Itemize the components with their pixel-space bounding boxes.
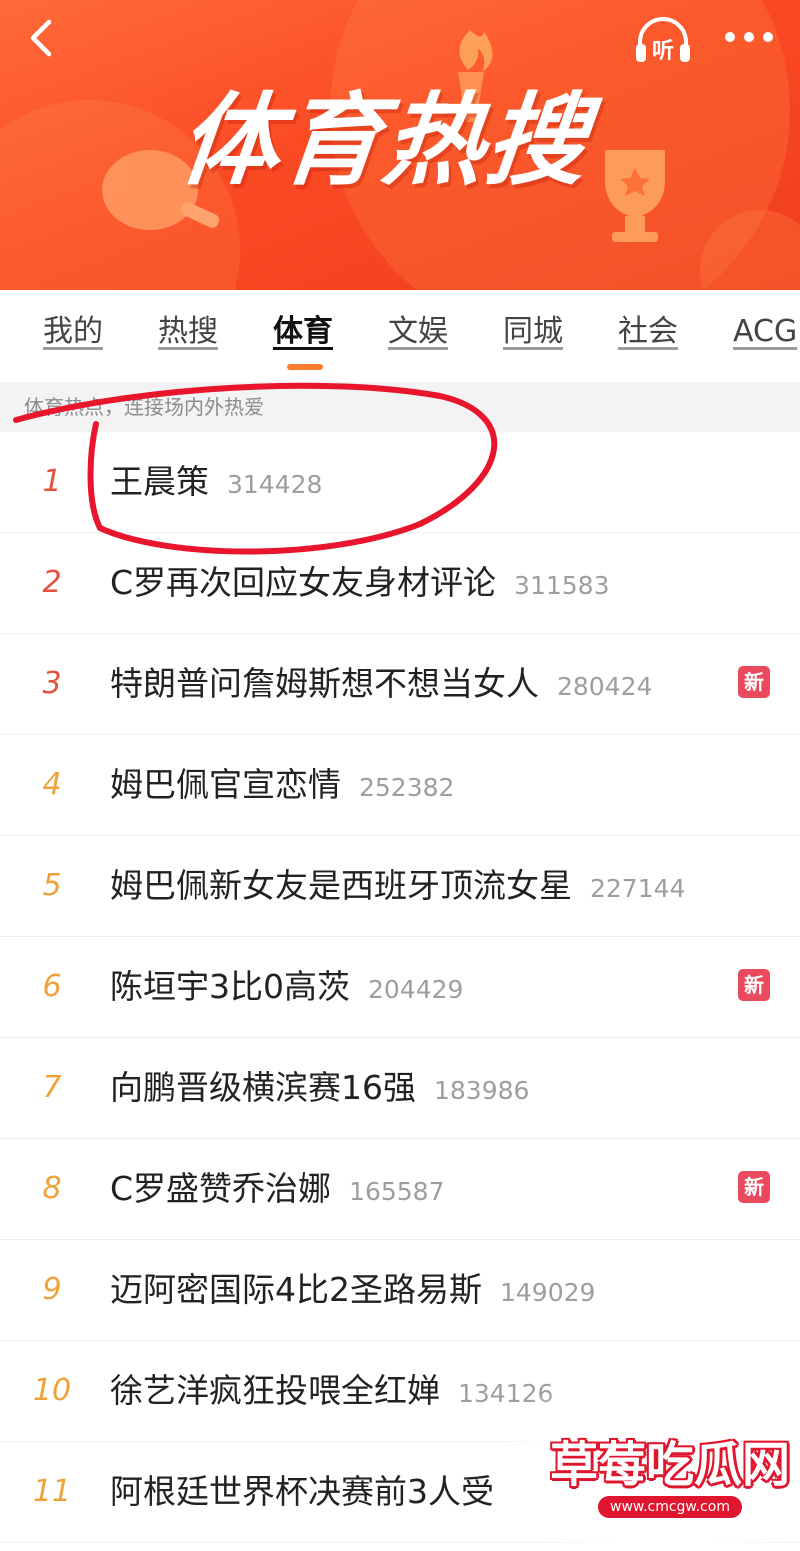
topic-title: 姆巴佩新女友是西班牙顶流女星 <box>110 866 572 905</box>
heat-value: 227144 <box>590 874 686 903</box>
back-arrow-icon <box>30 19 52 57</box>
new-badge: 新 <box>738 969 770 1001</box>
rank-number: 7 <box>42 1070 62 1105</box>
topic-title: 陈垣宇3比0高茨 <box>110 967 350 1006</box>
rank-number: 3 <box>42 666 62 701</box>
tab-acg[interactable]: ACG <box>733 312 797 352</box>
hot-search-list: 1 王晨策 314428 2 C罗再次回应女友身材评论 311583 3 特朗普问詹… <box>0 432 800 1543</box>
watermark-title: 草莓吃瓜网 <box>550 1437 791 1493</box>
heat-value: 314428 <box>227 470 323 499</box>
more-button[interactable] <box>716 16 782 58</box>
heat-value: 311583 <box>514 571 610 600</box>
heat-value: 149029 <box>500 1278 596 1307</box>
list-item[interactable]: 6 陈垣宇3比0高茨 204429 新 <box>0 937 800 1038</box>
tab-mine[interactable]: 我的 <box>43 312 103 352</box>
tab-entertainment[interactable]: 文娱 <box>388 312 448 352</box>
topic-title: C罗再次回应女友身材评论 <box>110 563 497 602</box>
list-item[interactable]: 4 姆巴佩官宣恋情 252382 <box>0 735 800 836</box>
list-item[interactable]: 8 C罗盛赞乔治娜 165587 新 <box>0 1139 800 1240</box>
category-tabs: 我的 热搜 体育 文娱 同城 社会 ACG <box>0 290 800 382</box>
new-badge: 新 <box>738 666 770 698</box>
header-banner: 听 体育热搜 <box>0 0 800 290</box>
topic-title: 向鹏晋级横滨赛16强 <box>110 1068 416 1107</box>
topic-title: 姆巴佩官宣恋情 <box>110 765 341 804</box>
active-tab-indicator <box>287 364 323 370</box>
back-button[interactable] <box>18 12 64 64</box>
watermark-url: www.cmcgw.com <box>598 1496 742 1518</box>
listen-label: 听 <box>652 39 674 64</box>
rank-number: 10 <box>32 1373 72 1408</box>
list-item[interactable]: 1 王晨策 314428 <box>0 432 800 533</box>
heat-value: 204429 <box>368 975 464 1004</box>
topic-title: 迈阿密国际4比2圣路易斯 <box>110 1270 482 1309</box>
heat-value: 183986 <box>434 1076 530 1105</box>
tab-sports[interactable]: 体育 <box>273 312 333 352</box>
banner-title: 体育热搜 <box>173 82 595 199</box>
heat-value: 280424 <box>557 672 653 701</box>
topic-title: 阿根廷世界杯决赛前3人受 <box>110 1472 494 1511</box>
rank-number: 11 <box>32 1474 72 1509</box>
topic-title: 王晨策 <box>110 462 209 501</box>
tab-hot-search[interactable]: 热搜 <box>158 312 218 352</box>
subtitle-bar: 体育热点，连接场内外热爱 <box>0 382 800 432</box>
listen-button[interactable]: 听 <box>632 12 694 68</box>
rank-number: 1 <box>42 464 62 499</box>
list-item[interactable]: 7 向鹏晋级横滨赛16强 183986 <box>0 1038 800 1139</box>
list-item[interactable]: 2 C罗再次回应女友身材评论 311583 <box>0 533 800 634</box>
heat-value: 252382 <box>359 773 455 802</box>
list-item[interactable]: 3 特朗普问詹姆斯想不想当女人 280424 新 <box>0 634 800 735</box>
subtitle-text: 体育热点，连接场内外热爱 <box>24 395 264 419</box>
list-item[interactable]: 9 迈阿密国际4比2圣路易斯 149029 <box>0 1240 800 1341</box>
heat-value: 165587 <box>349 1177 445 1206</box>
rank-number: 2 <box>42 565 62 600</box>
topic-title: C罗盛赞乔治娜 <box>110 1169 332 1208</box>
rank-number: 9 <box>42 1272 62 1307</box>
topic-title: 徐艺洋疯狂投喂全红婵 <box>110 1371 440 1410</box>
topic-title: 特朗普问詹姆斯想不想当女人 <box>110 664 539 703</box>
tab-society[interactable]: 社会 <box>618 312 678 352</box>
new-badge: 新 <box>738 1171 770 1203</box>
rank-number: 4 <box>42 767 62 802</box>
site-watermark: 草莓吃瓜网 www.cmcgw.com <box>498 1378 800 1551</box>
list-item[interactable]: 5 姆巴佩新女友是西班牙顶流女星 227144 <box>0 836 800 937</box>
rank-number: 6 <box>42 969 62 1004</box>
headphones-icon: 听 <box>636 17 690 64</box>
more-dots-icon <box>725 32 773 42</box>
rank-number: 8 <box>42 1171 62 1206</box>
rank-number: 5 <box>42 868 62 903</box>
tab-local[interactable]: 同城 <box>503 312 563 352</box>
